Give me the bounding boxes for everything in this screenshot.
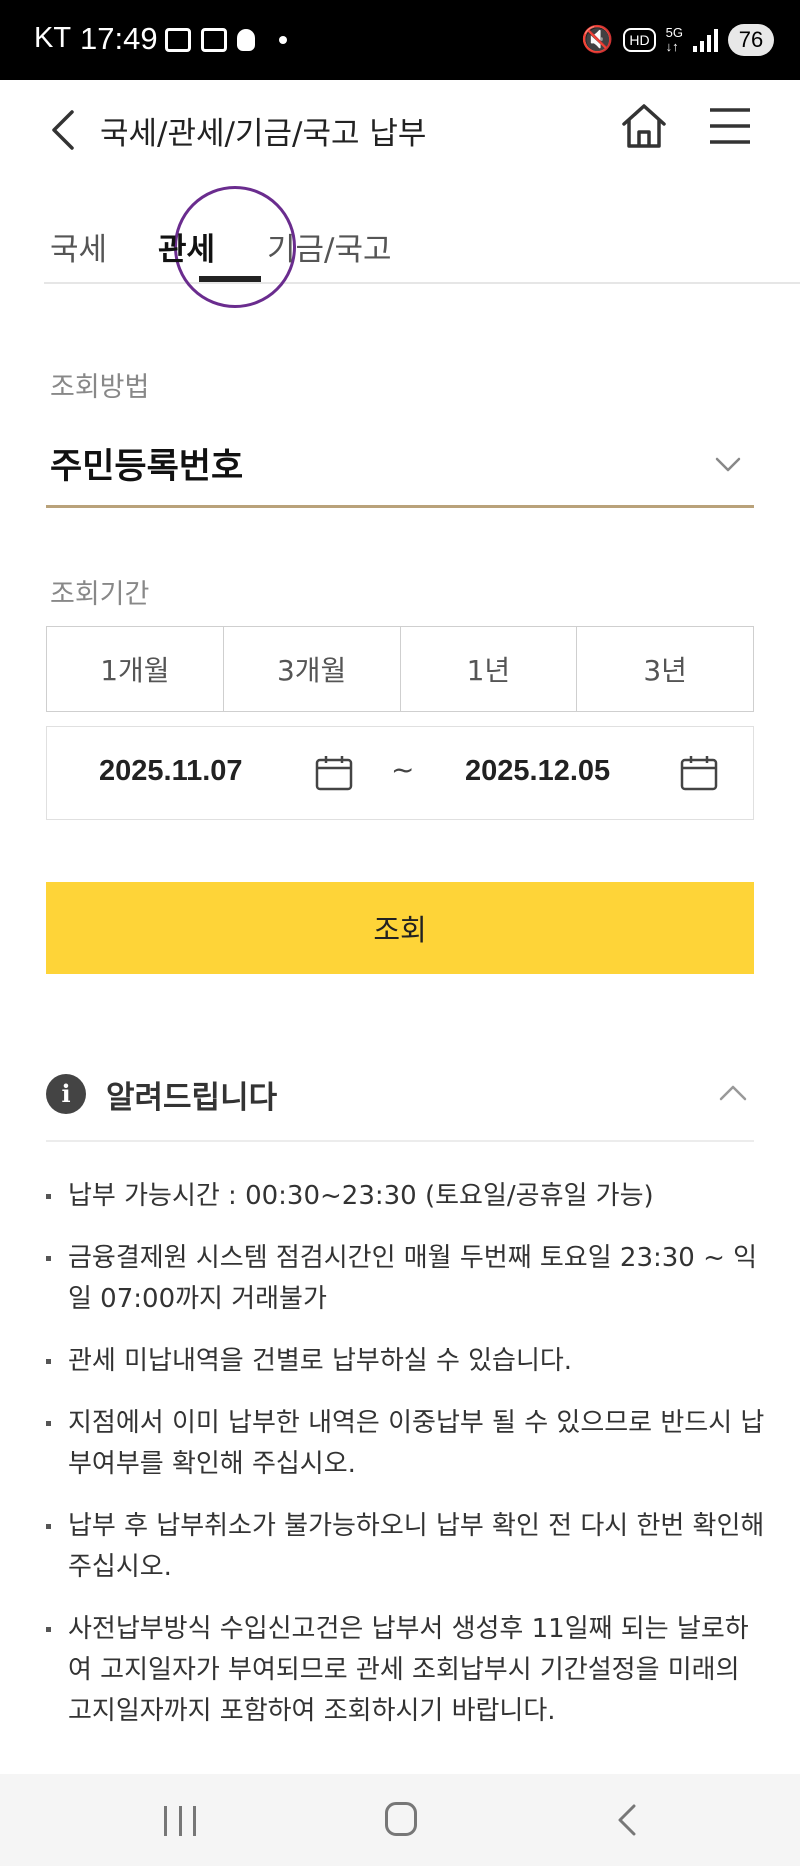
menu-icon [710, 108, 750, 144]
app-notification-icon [237, 29, 255, 51]
chevron-up-icon[interactable] [718, 1082, 748, 1104]
home-button[interactable] [618, 100, 670, 152]
network-5g-icon: 5G ↓↑ [665, 25, 683, 54]
search-button[interactable]: 조회 [46, 882, 754, 974]
calendar-icon[interactable] [680, 755, 718, 791]
start-date-field[interactable]: 2025.11.07 [99, 755, 243, 788]
system-icons: 🔇 HD 5G ↓↑ 76 [581, 24, 774, 56]
query-method-label: 조회방법 [50, 372, 150, 403]
system-navigation-bar [0, 1774, 800, 1866]
query-period-label: 조회기간 [50, 579, 150, 610]
list-item: 사전납부방식 수입신고건은 납부서 생성후 11일째 되는 날로하여 고지일자가… [46, 1609, 766, 1732]
tab-bar: 국세 관세 기금/국고 [44, 186, 800, 308]
signal-icon [693, 28, 718, 52]
calendar-icon[interactable] [315, 755, 353, 791]
home-icon [622, 104, 666, 148]
page-title: 국세/관세/기금/국고 납부 [100, 116, 427, 152]
active-tab-indicator [199, 276, 261, 282]
chevron-down-icon [715, 457, 741, 472]
end-date-field[interactable]: 2025.12.05 [465, 755, 610, 788]
back-icon [52, 110, 74, 150]
back-nav-button[interactable] [610, 1802, 646, 1838]
period-selector: 1개월 3개월 1년 3년 [46, 626, 754, 712]
app-header: 국세/관세/기금/국고 납부 [0, 80, 800, 180]
card-icon [201, 28, 227, 52]
period-1-year-button[interactable]: 1년 [401, 627, 578, 711]
back-nav-icon [618, 1804, 636, 1836]
recent-apps-button[interactable] [164, 1806, 196, 1836]
date-separator: ~ [391, 753, 415, 786]
clock: 17:49 [80, 21, 158, 56]
period-3-months-button[interactable]: 3개월 [224, 627, 401, 711]
notice-header[interactable]: i 알려드립니다 [46, 1060, 754, 1142]
date-range: 2025.11.07 ~ 2025.12.05 [46, 726, 754, 820]
period-1-month-button[interactable]: 1개월 [47, 627, 224, 711]
battery-icon: 76 [728, 24, 774, 56]
notice-list: 납부 가능시간 : 00:30~23:30 (토요일/공휴일 가능) 금융결제원… [46, 1176, 766, 1753]
screenshot-icon [165, 28, 191, 52]
mute-icon: 🔇 [581, 25, 614, 55]
info-icon: i [46, 1074, 86, 1114]
tab-national-tax[interactable]: 국세 [50, 224, 107, 269]
list-item: 관세 미납내역을 건별로 납부하실 수 있습니다. [46, 1341, 766, 1382]
more-notifications-icon [279, 36, 287, 44]
period-3-years-button[interactable]: 3년 [577, 627, 753, 711]
list-item: 납부 후 납부취소가 불가능하오니 납부 확인 전 다시 한번 확인해 주십시오… [46, 1506, 766, 1588]
status-bar: KT 17:49 🔇 HD 5G ↓↑ 76 [0, 0, 800, 80]
tab-fund-treasury[interactable]: 기금/국고 [267, 224, 392, 269]
query-method-value: 주민등록번호 [50, 447, 244, 487]
list-item: 금융결제원 시스템 점검시간인 매월 두번째 토요일 23:30 ~ 익일 07… [46, 1238, 766, 1320]
carrier-label: KT [34, 22, 72, 54]
home-nav-button[interactable] [385, 1802, 417, 1836]
menu-button[interactable] [708, 106, 752, 146]
list-item: 납부 가능시간 : 00:30~23:30 (토요일/공휴일 가능) [46, 1176, 766, 1217]
back-button[interactable] [44, 104, 84, 156]
notification-icons [165, 28, 287, 52]
notice-title: 알려드립니다 [106, 1080, 278, 1116]
hd-voice-icon: HD [623, 28, 656, 52]
tab-customs[interactable]: 관세 [158, 224, 215, 269]
list-item: 지점에서 이미 납부한 내역은 이중납부 될 수 있으므로 반드시 납부여부를 … [46, 1403, 766, 1485]
query-method-select[interactable]: 주민등록번호 [46, 432, 754, 508]
